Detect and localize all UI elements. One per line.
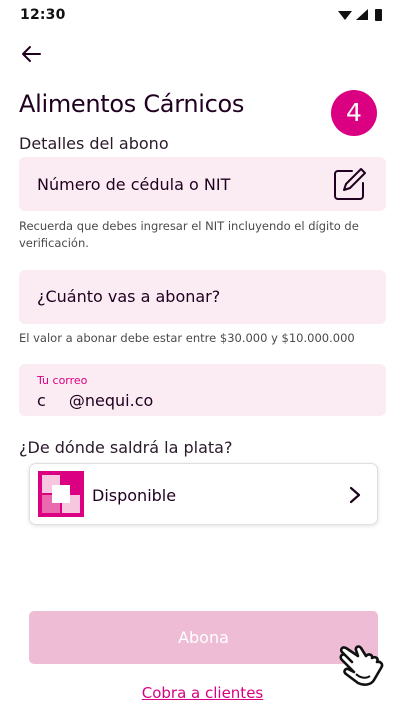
amount-placeholder: ¿Cuánto vas a abonar?: [37, 287, 221, 306]
source-name: Disponible: [92, 486, 177, 505]
battery-icon: [375, 9, 382, 21]
step-badge: 4: [331, 90, 377, 136]
nequi-pocket-icon: [38, 471, 84, 517]
email-value: c @nequi.co: [37, 391, 154, 410]
amount-field[interactable]: ¿Cuánto vas a abonar?: [19, 270, 386, 324]
id-number-placeholder: Número de cédula o NIT: [37, 175, 231, 194]
email-label: Tu correo: [37, 374, 88, 387]
back-arrow-icon[interactable]: [18, 42, 46, 66]
signal-icon: [356, 9, 368, 20]
chevron-right-icon: [349, 486, 361, 504]
source-selector[interactable]: Disponible: [29, 463, 378, 525]
charge-clients-link[interactable]: Cobra a clientes: [0, 684, 405, 702]
section-label: Detalles del abono: [19, 134, 169, 153]
submit-button[interactable]: Abona: [29, 611, 378, 664]
status-time: 12:30: [20, 7, 66, 23]
email-field[interactable]: Tu correo c @nequi.co: [19, 364, 386, 416]
amount-hint: El valor a abonar debe estar entre $30.0…: [19, 331, 355, 345]
status-icons: [338, 9, 382, 21]
wifi-icon: [338, 11, 352, 20]
status-bar: 12:30: [0, 0, 405, 30]
id-number-field[interactable]: Número de cédula o NIT: [19, 157, 386, 211]
id-number-hint: Recuerda que debes ingresar el NIT inclu…: [19, 219, 359, 250]
hand-pointer-icon: [339, 645, 384, 686]
source-question: ¿De dónde saldrá la plata?: [19, 438, 233, 457]
page-title: Alimentos Cárnicos: [19, 90, 245, 118]
edit-icon[interactable]: [332, 166, 368, 202]
